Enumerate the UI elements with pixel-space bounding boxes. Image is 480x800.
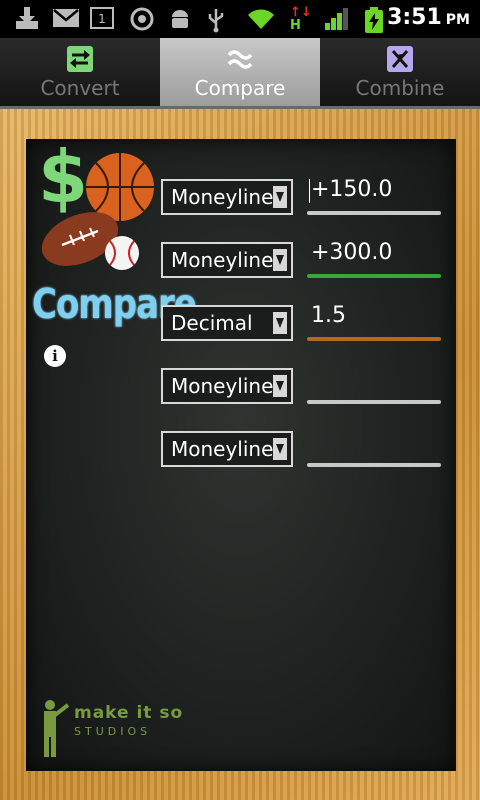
format-select-2-value: Moneyline xyxy=(171,248,274,272)
download-icon xyxy=(16,7,38,29)
tab-combine[interactable]: Combine xyxy=(320,38,480,106)
sync-icon xyxy=(130,7,154,31)
dropdown-arrow-icon xyxy=(273,186,287,208)
odds-input-1-underline xyxy=(307,211,441,215)
dropdown-arrow-icon xyxy=(273,249,287,271)
odds-input-5[interactable] xyxy=(307,427,443,467)
odds-row-2: Moneyline +300.0 xyxy=(161,240,441,282)
app-title: Compare xyxy=(32,281,197,329)
odds-input-4[interactable] xyxy=(307,364,443,404)
usb-icon xyxy=(208,9,224,33)
tab-combine-label: Combine xyxy=(355,76,445,100)
studio-logo: make it so STUDIOS xyxy=(38,699,182,759)
combine-icon xyxy=(387,46,413,72)
dropdown-arrow-icon xyxy=(273,312,287,334)
tab-convert-label: Convert xyxy=(40,76,120,100)
format-select-4-value: Moneyline xyxy=(171,374,274,398)
studio-sub: STUDIOS xyxy=(74,725,152,738)
format-select-5-value: Moneyline xyxy=(171,437,274,461)
odds-input-3-underline xyxy=(307,337,441,341)
chalkboard: $ Compare i Moneyline +150.0 Moneyline +… xyxy=(26,135,456,771)
status-bar: 1 ↑↓ H 3:51 PM xyxy=(0,0,480,38)
dollar-sign: $ xyxy=(38,135,89,219)
format-select-1-value: Moneyline xyxy=(171,185,274,209)
format-select-2[interactable]: Moneyline xyxy=(161,242,293,278)
format-select-3[interactable]: Decimal xyxy=(161,305,293,341)
odds-input-1[interactable]: +150.0 xyxy=(307,175,443,215)
format-select-1[interactable]: Moneyline xyxy=(161,179,293,215)
data-icon: ↑↓ H xyxy=(290,5,312,33)
odds-input-5-underline xyxy=(307,463,441,467)
tab-bar: Convert Compare Combine xyxy=(0,38,480,109)
studio-brand: make it so xyxy=(74,703,184,723)
format-select-3-value: Decimal xyxy=(171,311,253,335)
odds-input-1-value: +150.0 xyxy=(311,177,393,202)
tab-compare-label: Compare xyxy=(194,76,286,100)
tab-convert[interactable]: Convert xyxy=(0,38,160,106)
dropdown-arrow-icon xyxy=(273,438,287,460)
odds-input-2-underline xyxy=(307,274,441,278)
odds-input-3[interactable]: 1.5 xyxy=(307,301,443,341)
format-select-4[interactable]: Moneyline xyxy=(161,368,293,404)
odds-input-2-value: +300.0 xyxy=(311,240,393,265)
format-select-5[interactable]: Moneyline xyxy=(161,431,293,467)
wifi-icon xyxy=(248,9,274,29)
signal-icon xyxy=(325,8,348,30)
odds-input-2[interactable]: +300.0 xyxy=(307,238,443,278)
odds-input-4-underline xyxy=(307,400,441,404)
android-icon xyxy=(172,10,188,28)
convert-icon xyxy=(67,46,93,72)
text-cursor xyxy=(309,179,310,203)
dropdown-arrow-icon xyxy=(273,375,287,397)
odds-row-5: Moneyline xyxy=(161,431,441,471)
approx-icon xyxy=(227,50,253,69)
battery-icon xyxy=(365,7,383,33)
odds-row-3: Decimal 1.5 xyxy=(161,303,441,345)
person-pointing-icon xyxy=(44,700,70,757)
tab-compare[interactable]: Compare xyxy=(160,38,320,106)
wooden-frame: $ Compare i Moneyline +150.0 Moneyline +… xyxy=(0,109,480,800)
odds-row-1: Moneyline +150.0 xyxy=(161,177,441,219)
calendar-icon: 1 xyxy=(90,7,114,29)
odds-input-3-value: 1.5 xyxy=(311,303,346,328)
info-icon[interactable]: i xyxy=(44,345,66,367)
odds-row-4: Moneyline xyxy=(161,368,441,408)
status-clock: 3:51 PM xyxy=(387,5,470,30)
gmail-icon xyxy=(53,9,79,27)
